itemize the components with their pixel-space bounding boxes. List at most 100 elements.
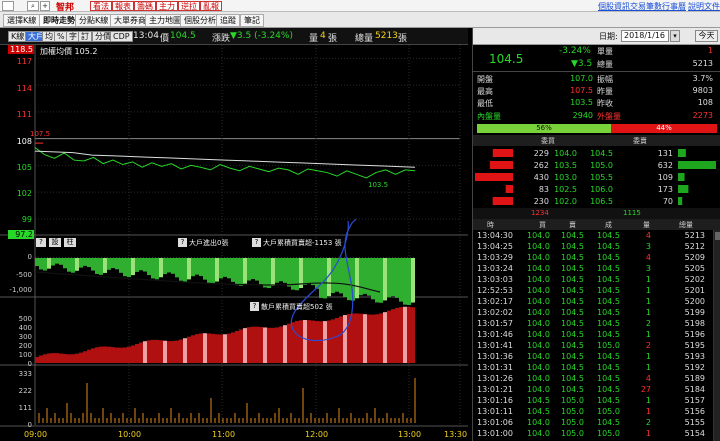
tick-deal: 104.5 [597, 253, 620, 262]
bar-button[interactable]: 柱 [64, 238, 76, 247]
big-holder-bar [303, 258, 307, 285]
tick-deal: 105.0 [597, 341, 620, 350]
tick-row[interactable]: 12:52:53 104.0 104.5 104.5 1 5201 [473, 285, 713, 296]
help-icon[interactable]: ? [250, 302, 259, 311]
retail-bar [135, 343, 139, 363]
date-bar: 日期: 2018/1/16 ▾ 今天 [473, 28, 720, 45]
link-trade-count[interactable]: 交易筆數 [630, 1, 662, 12]
book-cell: 70 [663, 197, 673, 206]
link-docs[interactable]: 說明文件 [688, 1, 720, 12]
retail-bar [371, 314, 375, 363]
y-label-108: 108 [16, 137, 32, 146]
tick-deal: 104.5 [597, 231, 620, 240]
ask-depth-bar [678, 185, 689, 193]
retail-bar [215, 334, 219, 363]
tick-row[interactable]: 13:01:31 104.0 104.5 104.5 1 5192 [473, 362, 713, 373]
tick-scrollbar[interactable] [713, 230, 720, 441]
sub2-y-0: 0 [27, 360, 32, 368]
tick-row[interactable]: 13:01:00 104.0 105.0 105.0 1 5154 [473, 428, 713, 439]
tick-list[interactable]: 13:04:30 104.0 104.5 104.5 4 5213 13:04:… [473, 230, 713, 441]
big-holder-bar [115, 258, 119, 270]
buy-ratio-bar: 56% [477, 124, 611, 133]
book-cell: 83 [539, 185, 549, 194]
price-value: 104.5 [170, 31, 196, 41]
retail-bar [327, 320, 331, 363]
big-holder-bar [183, 258, 187, 282]
tab-branch-k[interactable]: 分點K線 [75, 14, 113, 27]
btn-reverse[interactable]: 逆拉 [178, 1, 200, 11]
tab-big-broker[interactable]: 大單券商 [110, 14, 150, 27]
help-button[interactable]: ? [36, 238, 46, 247]
tick-ask: 104.5 [561, 352, 584, 361]
big-holder-bar [247, 258, 251, 281]
tick-time: 13:01:00 [477, 429, 513, 438]
tick-row[interactable]: 13:04:25 104.0 104.5 104.5 3 5212 [473, 241, 713, 252]
btn-main-force[interactable]: 主力 [156, 1, 178, 11]
btn-chips[interactable]: 籌碼 [134, 1, 156, 11]
tick-row[interactable]: 13:03:03 104.0 104.5 104.5 1 5202 [473, 274, 713, 285]
tick-row[interactable]: 13:03:29 104.0 104.5 104.5 4 5209 [473, 252, 713, 263]
today-button[interactable]: 今天 [695, 30, 718, 42]
tick-row[interactable]: 13:01:26 104.0 104.5 104.5 4 5189 [473, 373, 713, 384]
tick-row[interactable]: 13:03:24 104.0 104.5 104.5 3 5205 [473, 263, 713, 274]
tab-realtime[interactable]: 即時走勢 [39, 14, 79, 27]
search-icon[interactable]: ⌕ [27, 1, 39, 11]
retail-bar [191, 335, 195, 363]
low-price-label: 103.5 [368, 181, 389, 189]
stat-value: 9803 [692, 86, 713, 95]
tab-k-select[interactable]: 選擇K線 [3, 14, 41, 27]
tick-row[interactable]: 13:01:36 104.0 104.5 104.5 1 5193 [473, 351, 713, 362]
big-holder-bar [319, 258, 323, 298]
help-icon[interactable]: ? [178, 238, 187, 247]
tick-time: 13:01:31 [477, 363, 513, 372]
scroll-thumb[interactable] [715, 232, 720, 240]
tick-row[interactable]: 13:01:57 104.0 104.5 104.5 2 5198 [473, 318, 713, 329]
tick-row[interactable]: 13:02:02 104.0 104.5 104.5 1 5199 [473, 307, 713, 318]
btn-view[interactable]: 看法 [90, 1, 112, 11]
link-stock-info[interactable]: 個股資訊 [598, 1, 630, 12]
dropdown-box[interactable] [2, 1, 14, 11]
tick-ask: 104.5 [561, 319, 584, 328]
chevron-down-icon[interactable]: ▾ [670, 30, 680, 42]
help-icon[interactable]: ? [252, 238, 261, 247]
tick-row[interactable]: 13:01:21 104.0 104.5 104.5 27 5184 [473, 384, 713, 395]
tick-row[interactable]: 13:02:17 104.0 104.5 104.5 1 5200 [473, 296, 713, 307]
tick-time: 13:04:25 [477, 242, 513, 251]
tab-main-map[interactable]: 主力地圖 [145, 14, 185, 27]
tick-head-time: 時 [487, 221, 494, 229]
tick-row[interactable]: 13:01:46 104.0 104.5 104.5 1 5196 [473, 329, 713, 340]
tab-stock-analysis[interactable]: 個股分析 [180, 14, 220, 27]
change-value: ▼3.5 (-3.24%) [230, 31, 293, 41]
big-holder-bar [251, 258, 255, 280]
tick-row[interactable]: 13:04:30 104.0 104.5 104.5 4 5213 [473, 230, 713, 241]
stat-label: 最低 [477, 99, 493, 108]
single-vol-value: 1 [707, 46, 713, 55]
btn-order[interactable]: 訂 [78, 31, 92, 42]
btn-report[interactable]: 報表 [112, 1, 134, 11]
tab-track[interactable]: 追蹤 [216, 14, 240, 27]
btn-random[interactable]: 亂報 [200, 1, 222, 11]
retail-bar [279, 326, 283, 363]
add-icon[interactable]: + [40, 1, 50, 11]
sub3-y-333: 333 [18, 370, 32, 378]
tick-ask: 104.5 [561, 385, 584, 394]
big-holder-bar [191, 258, 195, 277]
retail-bar [231, 332, 235, 363]
tick-row[interactable]: 13:01:16 104.5 105.0 104.5 1 5157 [473, 395, 713, 406]
tick-total: 5189 [684, 374, 705, 383]
date-label: 日期: [599, 32, 618, 41]
tick-bid: 104.0 [527, 319, 550, 328]
settings-button[interactable]: 設 [49, 238, 61, 247]
tick-row[interactable]: 13:01:41 104.0 104.5 105.0 2 5195 [473, 340, 713, 351]
tick-ask: 104.5 [561, 264, 584, 273]
tick-row[interactable]: 13:01:06 104.0 105.0 104.5 2 5155 [473, 417, 713, 428]
retail-bar [351, 313, 355, 363]
link-calendar[interactable]: 行事曆 [662, 1, 686, 12]
big-holder-bar [199, 258, 203, 277]
date-input[interactable]: 2018/1/16 [621, 30, 669, 42]
stat-label: 開盤 [477, 75, 493, 84]
tab-notes[interactable]: 筆記 [240, 14, 264, 27]
btn-cdp[interactable]: CDP [110, 31, 133, 42]
tick-row[interactable]: 13:01:11 104.5 105.0 105.0 1 5156 [473, 406, 713, 417]
tick-deal: 105.0 [597, 407, 620, 416]
